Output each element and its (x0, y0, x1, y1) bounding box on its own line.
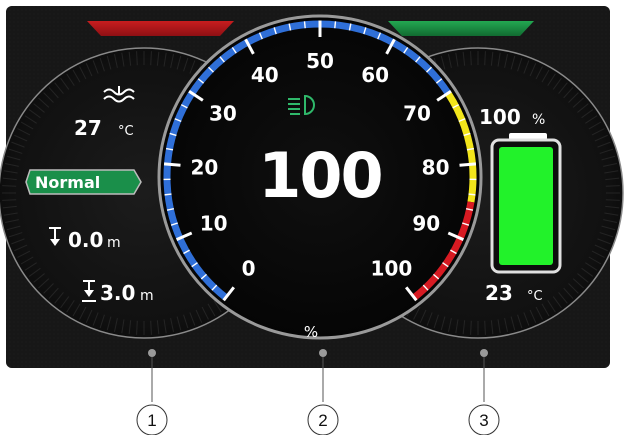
battery-temp-value: 23 (485, 281, 513, 305)
depth-current-unit: m (107, 235, 121, 251)
scale-label: 90 (412, 211, 440, 235)
depth-current-value: 0.0 (68, 228, 103, 252)
scale-minor-tick (303, 21, 306, 29)
svg-text:2: 2 (318, 411, 327, 430)
scale-label: 80 (422, 155, 450, 179)
scale-minor-tick (164, 193, 172, 196)
svg-text:1: 1 (147, 411, 156, 430)
svg-text:3: 3 (479, 411, 488, 430)
depth-max-unit: m (140, 288, 154, 304)
scale-label: 30 (209, 101, 237, 125)
scale-label: 10 (200, 211, 228, 235)
scale-label: 70 (403, 101, 431, 125)
scale-minor-tick (468, 193, 476, 196)
gauge-unit: % (304, 323, 318, 341)
scale-major-tick (459, 162, 477, 167)
dashboard-display: 0 10 20 30 40 50 60 70 80 90 100 100 % 27 °C Norma… (0, 6, 624, 435)
battery-percent-unit: % (532, 112, 545, 128)
mode-badge-label: Normal (35, 173, 100, 192)
scale-label: 40 (251, 63, 279, 87)
scale-label: 60 (361, 63, 389, 87)
scale-label: 100 (371, 256, 413, 280)
scale-label: 20 (190, 155, 218, 179)
scale-major-tick (163, 162, 181, 167)
right-indicator-bar (388, 21, 534, 36)
battery-temp-unit: °C (527, 289, 543, 304)
coolant-temp-unit: °C (118, 124, 134, 139)
scale-minor-tick (334, 21, 337, 29)
gauge-value: 100 (258, 139, 381, 212)
scale-label: 50 (306, 49, 334, 73)
scale-label: 0 (242, 256, 256, 280)
battery-icon (490, 133, 562, 274)
coolant-temp-value: 27 (74, 116, 102, 140)
battery-percent-value: 100 (479, 105, 521, 129)
left-indicator-bar (87, 21, 234, 36)
battery-fill (499, 147, 553, 265)
depth-max-value: 3.0 (100, 281, 135, 305)
